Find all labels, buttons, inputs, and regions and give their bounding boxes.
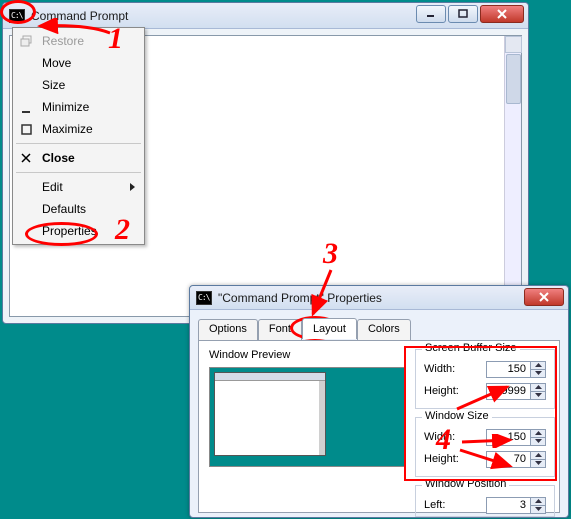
- tab-font[interactable]: Font: [258, 319, 302, 340]
- minimize-icon: [20, 100, 34, 114]
- group-legend: Screen Buffer Size: [422, 342, 520, 354]
- submenu-arrow-icon: [130, 183, 135, 191]
- spin-up-icon[interactable]: [531, 430, 545, 438]
- layout-tab-panel: Window Preview Screen Buffer Size Width:…: [198, 340, 560, 513]
- winsize-width-input[interactable]: [486, 429, 530, 446]
- menu-size[interactable]: Size: [14, 74, 143, 96]
- group-legend: Window Size: [422, 410, 492, 422]
- menu-separator: [16, 143, 141, 144]
- menu-maximize[interactable]: Maximize: [14, 118, 143, 140]
- menu-label: Edit: [42, 180, 63, 194]
- winsize-width-stepper[interactable]: [486, 429, 546, 446]
- window-title: "Command Prompt" Properties: [218, 291, 382, 305]
- buffer-width-label: Width:: [424, 363, 455, 375]
- tab-label: Layout: [313, 323, 346, 335]
- position-left-input[interactable]: [486, 497, 530, 514]
- screen-buffer-size-group: Screen Buffer Size Width: Height:: [415, 349, 555, 409]
- titlebar[interactable]: "Command Prompt" Properties: [190, 286, 568, 310]
- titlebar[interactable]: Command Prompt: [3, 3, 528, 29]
- tab-colors[interactable]: Colors: [357, 319, 411, 340]
- buffer-height-label: Height:: [424, 385, 459, 397]
- menu-defaults[interactable]: Defaults: [14, 198, 143, 220]
- menu-label: Size: [42, 78, 65, 92]
- spin-down-icon[interactable]: [531, 392, 545, 399]
- tab-layout[interactable]: Layout: [302, 318, 357, 339]
- menu-label: Defaults: [42, 202, 86, 216]
- window-preview: [209, 367, 405, 467]
- spin-down-icon[interactable]: [531, 506, 545, 513]
- close-icon: [20, 151, 34, 165]
- system-icon[interactable]: [196, 291, 212, 305]
- menu-label: Maximize: [42, 122, 93, 136]
- window-preview-label: Window Preview: [209, 349, 290, 361]
- maximize-icon: [20, 122, 34, 136]
- menu-label: Close: [42, 151, 75, 165]
- spin-up-icon[interactable]: [531, 452, 545, 460]
- system-icon[interactable]: [9, 9, 25, 23]
- menu-close[interactable]: Close: [14, 147, 143, 169]
- spin-up-icon[interactable]: [531, 498, 545, 506]
- menu-label: Properties: [42, 224, 97, 238]
- close-button[interactable]: [524, 288, 564, 306]
- buffer-height-stepper[interactable]: [486, 383, 546, 400]
- tab-label: Font: [269, 323, 291, 335]
- menu-move[interactable]: Move: [14, 52, 143, 74]
- window-title: Command Prompt: [31, 9, 128, 23]
- winsize-height-label: Height:: [424, 453, 459, 465]
- menu-edit[interactable]: Edit: [14, 176, 143, 198]
- restore-icon: [20, 34, 34, 48]
- minimize-button[interactable]: [416, 5, 446, 23]
- position-left-stepper[interactable]: [486, 497, 546, 514]
- scroll-thumb[interactable]: [506, 54, 521, 104]
- spin-down-icon[interactable]: [531, 460, 545, 467]
- winsize-height-input[interactable]: [486, 451, 530, 468]
- group-legend: Window Position: [422, 478, 509, 490]
- menu-separator: [16, 172, 141, 173]
- window-position-group: Window Position Left:: [415, 485, 555, 517]
- system-menu: Restore Move Size Minimize Maximize Clos…: [12, 27, 145, 245]
- winsize-height-stepper[interactable]: [486, 451, 546, 468]
- winsize-width-label: Width:: [424, 431, 455, 443]
- menu-restore[interactable]: Restore: [14, 30, 143, 52]
- menu-label: Minimize: [42, 100, 89, 114]
- properties-dialog: "Command Prompt" Properties Options Font…: [189, 285, 569, 518]
- tab-label: Options: [209, 323, 247, 335]
- spin-up-icon[interactable]: [531, 384, 545, 392]
- vertical-scrollbar[interactable]: [504, 36, 521, 316]
- tabstrip: Options Font Layout Colors: [198, 318, 411, 339]
- spin-down-icon[interactable]: [531, 370, 545, 377]
- menu-label: Restore: [42, 34, 84, 48]
- position-left-label: Left:: [424, 499, 445, 511]
- menu-label: Move: [42, 56, 71, 70]
- tab-options[interactable]: Options: [198, 319, 258, 340]
- menu-minimize[interactable]: Minimize: [14, 96, 143, 118]
- scroll-up-button[interactable]: [505, 36, 522, 53]
- maximize-button[interactable]: [448, 5, 478, 23]
- close-button[interactable]: [480, 5, 524, 23]
- tab-label: Colors: [368, 323, 400, 335]
- buffer-width-stepper[interactable]: [486, 361, 546, 378]
- spin-down-icon[interactable]: [531, 438, 545, 445]
- preview-window-icon: [214, 372, 326, 456]
- buffer-width-input[interactable]: [486, 361, 530, 378]
- window-size-group: Window Size Width: Height:: [415, 417, 555, 477]
- buffer-height-input[interactable]: [486, 383, 530, 400]
- spin-up-icon[interactable]: [531, 362, 545, 370]
- menu-properties[interactable]: Properties: [14, 220, 143, 242]
